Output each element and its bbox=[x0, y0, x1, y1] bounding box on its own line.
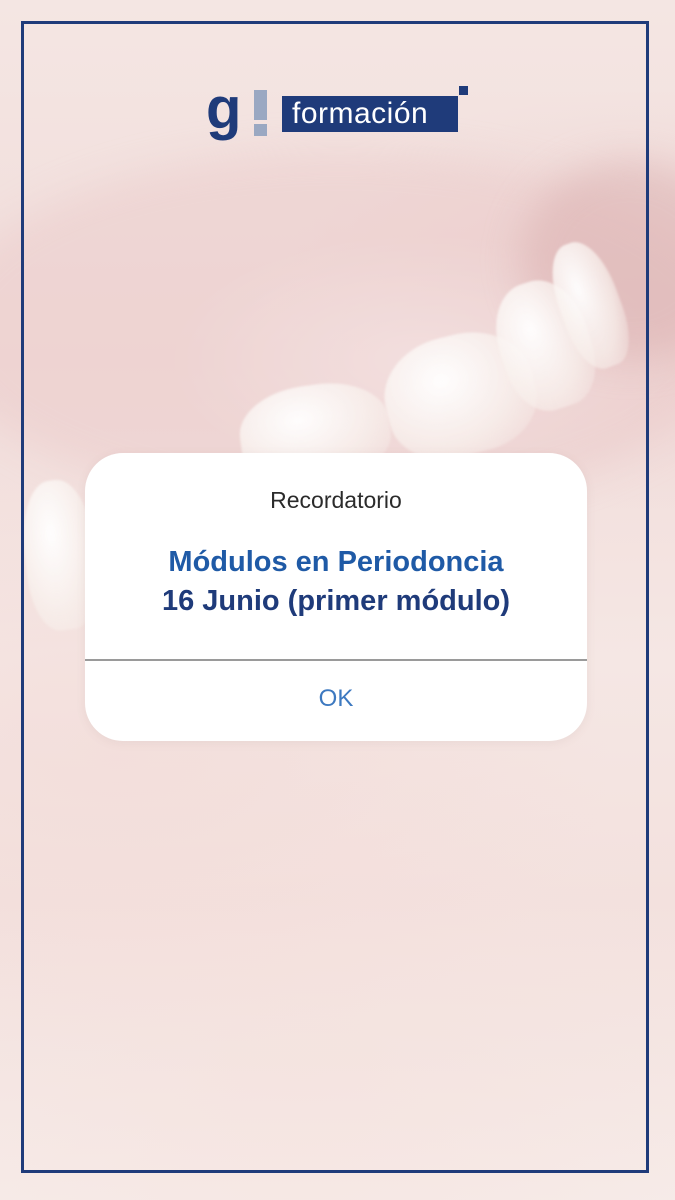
logo-exclamation-dot bbox=[254, 124, 267, 136]
ok-button[interactable]: OK bbox=[85, 661, 587, 741]
dialog-title: Recordatorio bbox=[270, 487, 402, 513]
brand-logo: g formación bbox=[206, 80, 474, 148]
dialog-headline: Módulos en Periodoncia bbox=[168, 546, 504, 578]
dialog-date: 16 Junio (primer módulo) bbox=[161, 585, 511, 617]
logo-corner-square bbox=[459, 86, 468, 95]
logo-mark: g bbox=[206, 76, 241, 141]
reminder-dialog: Recordatorio Módulos en Periodoncia 16 J… bbox=[85, 453, 587, 741]
background-photo: g formación Recordatorio Módulos en Peri… bbox=[0, 0, 675, 1200]
logo-wordmark: formación bbox=[282, 96, 458, 132]
logo-exclamation-bar bbox=[254, 90, 267, 120]
